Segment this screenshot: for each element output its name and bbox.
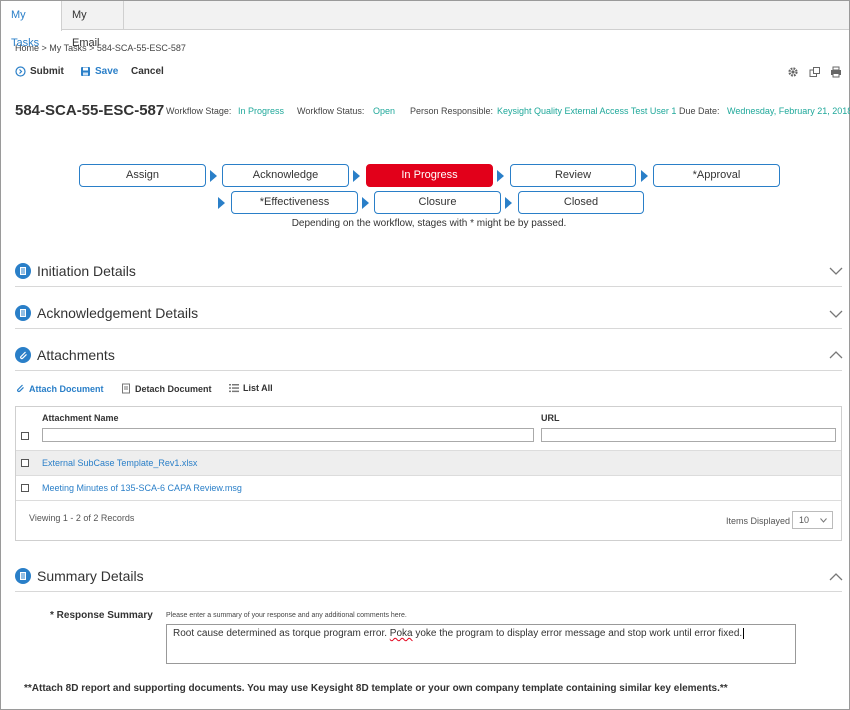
detach-icon	[122, 383, 130, 394]
attachment-link[interactable]: Meeting Minutes of 135-SCA-6 CAPA Review…	[42, 483, 242, 493]
section-acknowledgement-details[interactable]: Acknowledgement Details	[37, 305, 198, 321]
print-icon[interactable]	[830, 66, 842, 78]
response-text-part: Root cause determined as torque program …	[173, 628, 390, 639]
due-date-field: Due Date:	[679, 106, 720, 116]
tab-my-tasks[interactable]: My Tasks	[1, 1, 62, 49]
stage-in-progress: In Progress	[366, 164, 493, 187]
stage-arrow-icon	[505, 197, 512, 209]
items-displayed-label: Items Displayed	[726, 516, 791, 526]
section-attachments[interactable]: Attachments	[37, 347, 115, 363]
row-checkbox[interactable]	[21, 484, 29, 492]
due-date-value: Wednesday, February 21, 2018	[727, 106, 850, 116]
text-cursor	[743, 628, 745, 639]
workflow-status-field: Workflow Status:	[297, 106, 365, 116]
record-id: 584-SCA-55-ESC-587	[15, 102, 165, 119]
section-initiation-details[interactable]: Initiation Details	[37, 263, 136, 279]
row-checkbox[interactable]	[21, 459, 29, 467]
save-disk-icon	[81, 67, 90, 76]
copy-icon[interactable]	[809, 66, 821, 78]
section-divider	[15, 286, 842, 287]
submit-circle-icon	[15, 66, 26, 77]
workflow-stage-label: Workflow Stage:	[166, 106, 232, 116]
stage-arrow-icon	[641, 170, 648, 182]
submit-button[interactable]: Submit	[15, 66, 64, 77]
table-row[interactable]: Meeting Minutes of 135-SCA-6 CAPA Review…	[16, 475, 841, 500]
section-doc-icon	[15, 263, 31, 279]
row-divider	[16, 500, 841, 501]
list-all-button[interactable]: List All	[229, 383, 273, 393]
chevron-down-icon[interactable]	[829, 266, 843, 276]
workflow-stage-value: In Progress	[238, 106, 285, 116]
records-count: Viewing 1 - 2 of 2 Records	[29, 513, 135, 523]
chevron-up-icon[interactable]	[829, 350, 843, 360]
person-responsible-field: Person Responsible:	[410, 106, 494, 116]
workflow-stage-field: Workflow Stage:	[166, 106, 231, 116]
chevron-down-icon[interactable]	[829, 309, 843, 319]
stage-acknowledge: Acknowledge	[222, 164, 349, 187]
section-doc-icon	[15, 568, 31, 584]
chevron-up-icon[interactable]	[829, 572, 843, 582]
save-label: Save	[95, 66, 119, 77]
workflow-note: Depending on the workflow, stages with *…	[291, 218, 567, 229]
response-summary-hint: Please enter a summary of your response …	[166, 612, 407, 619]
misspelled-word: Poka	[389, 628, 413, 639]
response-summary-label: * Response Summary	[50, 610, 153, 621]
stage-effectiveness: *Effectiveness	[231, 191, 358, 214]
items-displayed-select[interactable]: 10	[792, 511, 833, 529]
stage-arrow-icon	[362, 197, 369, 209]
attach-document-label: Attach Document	[29, 383, 104, 394]
person-responsible-value: Keysight Quality External Access Test Us…	[497, 106, 677, 116]
filter-attachment-name-input[interactable]	[42, 428, 534, 442]
stage-review: Review	[510, 164, 636, 187]
list-icon	[229, 384, 239, 393]
paperclip-icon	[15, 347, 31, 363]
dropdown-caret-icon	[820, 518, 827, 523]
section-divider	[15, 328, 842, 329]
section-summary-details[interactable]: Summary Details	[37, 568, 144, 584]
gear-icon[interactable]	[787, 66, 799, 78]
submit-label: Submit	[30, 66, 64, 77]
stage-arrow-icon	[210, 170, 217, 182]
list-all-label: List All	[243, 383, 273, 393]
column-header-attachment-name[interactable]: Attachment Name	[42, 413, 119, 423]
attach-document-button[interactable]: Attach Document	[15, 383, 104, 394]
top-tab-bar: My Tasks My Email	[1, 1, 849, 49]
detach-document-label: Detach Document	[135, 383, 212, 394]
section-divider	[15, 370, 842, 371]
section-divider	[15, 591, 842, 592]
stage-arrow-icon	[353, 170, 360, 182]
stage-approval: *Approval	[653, 164, 780, 187]
cancel-button[interactable]: Cancel	[131, 66, 164, 77]
breadcrumb[interactable]: Home > My Tasks > 584-SCA-55-ESC-587	[15, 43, 186, 53]
stage-arrow-icon	[497, 170, 504, 182]
attachment-link[interactable]: External SubCase Template_Rev1.xlsx	[42, 458, 197, 468]
workflow-status-value: Open	[373, 106, 396, 116]
response-text-part: yoke the program to display error messag…	[412, 628, 743, 639]
save-button[interactable]: Save	[80, 66, 118, 77]
stage-closure: Closure	[374, 191, 501, 214]
detach-document-button[interactable]: Detach Document	[121, 383, 212, 394]
column-header-url[interactable]: URL	[541, 413, 560, 423]
stage-assign: Assign	[79, 164, 206, 187]
filter-url-input[interactable]	[541, 428, 836, 442]
select-all-checkbox[interactable]	[21, 432, 29, 440]
response-summary-textarea[interactable]: Root cause determined as torque program …	[166, 624, 796, 664]
section-doc-icon	[15, 305, 31, 321]
stage-closed: Closed	[518, 191, 644, 214]
items-displayed-value: 10	[799, 515, 810, 525]
attachments-grid: Attachment Name URL External SubCase Tem…	[15, 406, 842, 541]
attach-8d-footnote: **Attach 8D report and supporting docume…	[24, 683, 728, 694]
tab-my-email[interactable]: My Email	[62, 1, 124, 49]
stage-arrow-icon	[218, 197, 225, 209]
table-row[interactable]: External SubCase Template_Rev1.xlsx	[16, 450, 841, 475]
paperclip-icon	[17, 384, 24, 393]
